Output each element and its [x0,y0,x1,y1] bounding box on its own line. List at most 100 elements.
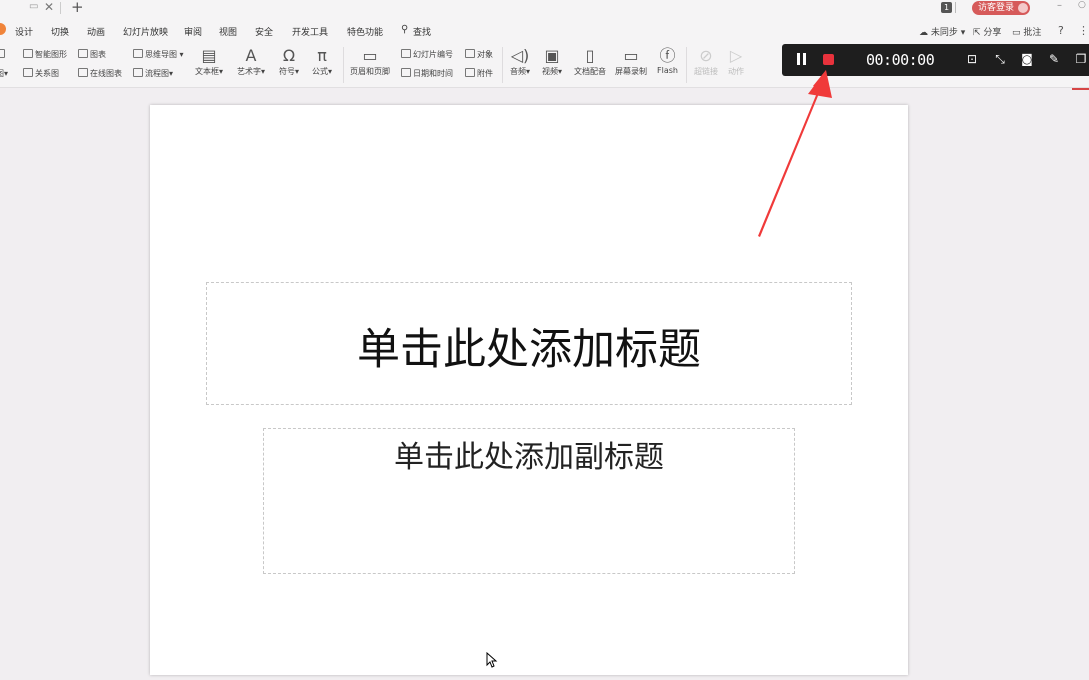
comment-label: 批注 [1023,28,1042,38]
formula-button[interactable]: π 公式▾ [312,46,332,77]
object-button[interactable]: 对象 [465,49,493,60]
mouse-cursor-icon [486,652,498,668]
online-chart-icon [78,68,88,77]
sync-status[interactable]: ☁ 未同步 ▾ [919,25,965,38]
shape-icon [0,49,5,58]
mind-map-icon [133,49,143,58]
search-icon[interactable]: ⚲ [401,24,408,35]
guest-login-button[interactable]: 访客登录 [972,1,1030,15]
stop-record-icon[interactable] [823,54,834,65]
audio-label: 音频 [510,67,526,76]
object-label: 对象 [477,50,493,59]
comment-button[interactable]: ▭ 批注 [1012,25,1041,38]
sync-label: 未同步 [930,28,958,38]
menu-design[interactable]: 设计 [15,25,33,38]
play-icon: ▷ [729,46,743,65]
speaker-icon: ◁) [510,46,530,65]
doc-voice-button[interactable]: ▯ 文档配音 [574,46,606,77]
accent-mark [1072,88,1089,90]
pen-icon[interactable]: ✎ [1047,52,1061,66]
slide-number-label: 幻灯片编号 [413,50,453,59]
menu-review[interactable]: 审阅 [184,25,202,38]
window-count-badge[interactable]: 1 [941,2,953,13]
symbol-label: 符号 [279,67,295,76]
chart-label: 图表 [90,50,106,59]
more-options-icon[interactable]: ⋮ [1078,24,1089,37]
relation-diagram-button[interactable]: 关系图 [23,68,59,79]
record-timer: 00:00:00 [866,51,935,69]
avatar-icon [1018,3,1028,13]
menu-transition[interactable]: 切换 [51,25,69,38]
window-option-icon[interactable]: ○ [1078,0,1086,10]
flash-button[interactable]: ⓕ Flash [657,46,678,75]
menu-search[interactable]: 查找 [413,25,431,38]
menu-security[interactable]: 安全 [255,25,273,38]
audio-button[interactable]: ◁) 音频▾ [510,46,530,77]
menu-developer[interactable]: 开发工具 [292,25,328,38]
date-time-button[interactable]: 日期和时间 [401,68,453,79]
action-label: 动作 [728,67,744,76]
tab-close-icon[interactable]: ✕ [44,0,54,14]
title-bar: ▭ ✕ + 1 访客登录 – ○ [0,0,1089,17]
header-footer-icon: ▭ [362,46,378,65]
subtitle-placeholder[interactable]: 单击此处添加副标题 [263,428,795,574]
share-button[interactable]: ⇱ 分享 [973,25,1001,38]
online-chart-label: 在线图表 [90,69,122,78]
paperclip-icon [465,68,475,77]
screen-recorder-toolbar: 00:00:00 ⊡ ⤡ ◙ ✎ ❐ [782,44,1089,76]
window-icon[interactable]: ❐ [1074,52,1088,66]
slide-number-button[interactable]: 幻灯片编号 [401,49,453,60]
textbox-button[interactable]: ▤ 文本框▾ [195,46,223,77]
region-select-icon[interactable]: ⊡ [965,52,979,66]
screen-record-icon: ▭ [623,46,639,65]
shape-tool-cut[interactable] [0,49,7,59]
ribbon-divider [686,47,687,83]
share-label: 分享 [983,28,1002,38]
flowchart-button[interactable]: 流程图▾ [133,68,173,79]
title-placeholder[interactable]: 单击此处添加标题 [206,282,852,405]
relation-icon [23,68,33,77]
pause-icon[interactable] [797,53,807,65]
slide-number-icon [401,49,411,58]
pin-icon[interactable]: ▭ [29,1,38,12]
wordart-icon: A [245,46,257,65]
mind-map-button[interactable]: 思维导图 ▾ [133,49,184,60]
menu-features[interactable]: 特色功能 [347,25,383,38]
textbox-icon: ▤ [201,46,217,65]
header-footer-label: 页眉和页脚 [350,67,390,76]
attachment-button[interactable]: 附件 [465,68,493,79]
menu-slideshow[interactable]: 幻灯片放映 [123,25,168,38]
symbol-button[interactable]: Ω 符号▾ [279,46,299,77]
minimize-icon[interactable]: – [1057,0,1062,11]
app-logo-icon[interactable] [0,23,6,35]
wordart-button[interactable]: A 艺术字▾ [237,46,265,77]
flash-icon: ⓕ [659,46,676,65]
smart-shape-button[interactable]: 智能图形 [23,49,67,60]
object-icon [465,49,475,58]
new-tab-icon[interactable]: + [71,0,84,16]
action-button[interactable]: ▷ 动作 [728,46,744,77]
menu-animation[interactable]: 动画 [87,25,105,38]
menu-bar: 设计 切换 动画 幻灯片放映 审阅 视图 安全 开发工具 特色功能 ⚲ 查找 ☁… [0,17,1089,43]
calendar-icon [401,68,411,77]
voice-icon: ▯ [585,46,595,65]
picture-tool-cut[interactable]: 图▾ [0,68,8,79]
flowchart-icon [133,68,143,77]
slide-canvas[interactable]: 单击此处添加标题 单击此处添加副标题 [150,105,908,675]
guest-login-label: 访客登录 [978,3,1015,13]
chart-button[interactable]: 图表 [78,49,106,60]
attachment-label: 附件 [477,69,493,78]
mind-map-label: 思维导图 [145,50,177,59]
screen-record-button[interactable]: ▭ 屏幕录制 [615,46,647,77]
shrink-icon[interactable]: ⤡ [993,52,1007,66]
camera-icon[interactable]: ◙ [1020,52,1034,66]
pi-icon: π [317,46,327,65]
relation-label: 关系图 [35,69,59,78]
video-icon: ▣ [544,46,560,65]
help-icon[interactable]: ? [1058,24,1064,37]
menu-view[interactable]: 视图 [219,25,237,38]
online-chart-button[interactable]: 在线图表 [78,68,122,79]
video-button[interactable]: ▣ 视频▾ [542,46,562,77]
header-footer-button[interactable]: ▭ 页眉和页脚 [350,46,390,77]
hyperlink-button[interactable]: ⊘ 超链接 [694,46,718,77]
